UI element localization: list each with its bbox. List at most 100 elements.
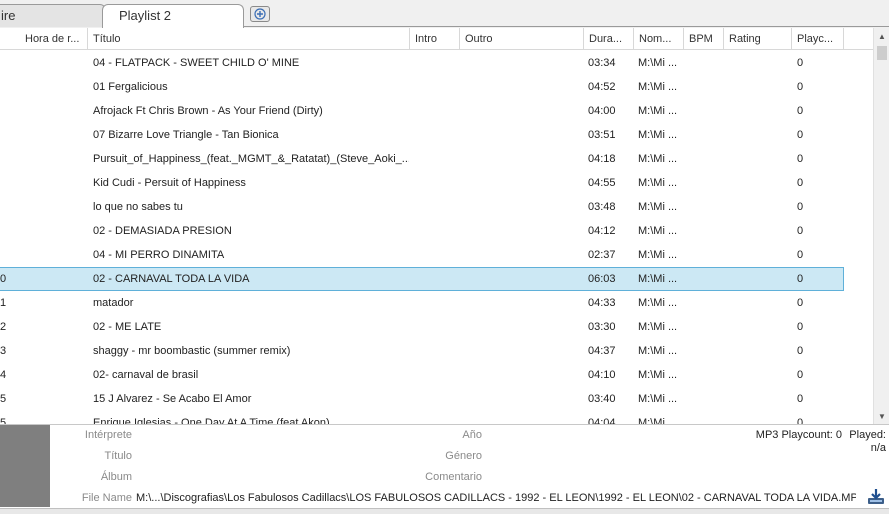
genre-label: Género [445, 450, 482, 462]
row-title: 01 Fergalicious [93, 81, 168, 93]
row-duration: 06:03 [588, 273, 616, 285]
row-duration: 04:10 [588, 369, 616, 381]
tab-previous[interactable]: ire [0, 4, 106, 27]
row-duration: 04:18 [588, 153, 616, 165]
download-icon[interactable] [867, 487, 885, 505]
table-row[interactable]: 04 - MI PERRO DINAMITA 02:37 M:\Mi ... 0 [0, 243, 873, 267]
bottom-edge [0, 508, 889, 514]
table-row[interactable]: 4 02- carnaval de brasil 04:10 M:\Mi ... 0 [0, 363, 873, 387]
row-title: Kid Cudi - Persuit of Happiness [93, 177, 246, 189]
row-title: 02 - ME LATE [93, 321, 162, 333]
column-header-duration[interactable]: Dura... [584, 28, 634, 50]
column-header-playcount[interactable]: Playc... [792, 28, 844, 50]
row-playcount: 0 [797, 177, 804, 189]
column-header-name[interactable]: Nom... [634, 28, 684, 50]
row-index [0, 75, 18, 99]
row-index: 5 [0, 393, 7, 405]
table-row[interactable]: 5 Enrique Iglesias - One Day At A Time (f… [0, 411, 873, 424]
row-title: 04 - FLATPACK - SWEET CHILD O' MINE [93, 57, 300, 69]
column-header-outro[interactable]: Outro [460, 28, 584, 50]
filename-value: M:\...\Discografias\Los Fabulosos Cadill… [136, 492, 856, 504]
row-title: shaggy - mr boombastic (summer remix) [93, 345, 291, 357]
row-playcount: 0 [797, 249, 804, 261]
row-title: Pursuit_of_Happiness_(feat._MGMT_&_Ratat… [93, 153, 409, 165]
row-title: lo que no sabes tu [93, 201, 183, 213]
row-title: 02 - CARNAVAL TODA LA VIDA [93, 273, 250, 285]
row-name: M:\Mi ... [638, 57, 678, 69]
row-index: 3 [0, 345, 7, 357]
table-row[interactable]: 3 shaggy - mr boombastic (summer remix) 04… [0, 339, 873, 363]
column-header-rating[interactable]: Rating [724, 28, 792, 50]
row-playcount: 0 [797, 321, 804, 333]
row-name: M:\Mi ... [638, 201, 678, 213]
table-row[interactable]: 1 matador 04:33 M:\Mi ... 0 [0, 291, 873, 315]
row-index [0, 147, 18, 171]
row-title: 15 J Alvarez - Se Acabo El Amor [93, 393, 252, 405]
tab-playlist-2[interactable]: Playlist 2 [102, 4, 244, 28]
table-header: Hora de r... Título Intro Outro Dura... … [0, 28, 873, 50]
add-tab-button[interactable] [250, 6, 270, 22]
scroll-down-icon[interactable]: ▼ [874, 408, 889, 424]
row-name: M:\Mi ... [638, 369, 678, 381]
row-playcount: 0 [797, 417, 804, 424]
row-index [0, 195, 18, 219]
played-label: Played: [849, 429, 886, 441]
row-playcount: 0 [797, 393, 804, 405]
row-name: M:\Mi ... [638, 177, 678, 189]
tab-bar: ire Playlist 2 [0, 0, 889, 28]
tab-previous-label: ire [1, 8, 16, 23]
row-duration: 04:04 [588, 417, 616, 424]
column-header-time[interactable]: Hora de r... [20, 28, 88, 50]
table-row[interactable]: lo que no sabes tu 03:48 M:\Mi ... 0 [0, 195, 873, 219]
row-name: M:\Mi ... [638, 297, 678, 309]
table-row[interactable]: 04 - FLATPACK - SWEET CHILD O' MINE 03:34… [0, 51, 873, 75]
table-row[interactable]: Pursuit_of_Happiness_(feat._MGMT_&_Ratat… [0, 147, 873, 171]
artist-label: Intérprete [84, 429, 132, 441]
row-title: matador [93, 297, 134, 309]
table-row[interactable]: 5 15 J Alvarez - Se Acabo El Amor 03:40 M:\… [0, 387, 873, 411]
column-header-intro[interactable]: Intro [410, 28, 460, 50]
row-duration: 03:51 [588, 129, 616, 141]
row-name: M:\Mi ... [638, 393, 678, 405]
tab-playlist-2-label: Playlist 2 [119, 8, 172, 23]
row-playcount: 0 [797, 297, 804, 309]
table-row[interactable]: 02 - DEMASIADA PRESION 04:12 M:\Mi ... 0 [0, 219, 873, 243]
row-index: 2 [0, 321, 7, 333]
row-name: M:\Mi ... [638, 225, 678, 237]
vertical-scrollbar[interactable]: ▲ ▼ [873, 28, 889, 424]
table-row[interactable]: Afrojack Ft Chris Brown - As Your Friend… [0, 99, 873, 123]
table-row[interactable]: Kid Cudi - Persuit of Happiness 04:55 M:\M… [0, 171, 873, 195]
row-title: Enrique Iglesias - One Day At A Time (fe… [93, 417, 330, 424]
row-duration: 04:55 [588, 177, 616, 189]
playlist-table: Hora de r... Título Intro Outro Dura... … [0, 28, 873, 424]
playcount-text: MP3 Playcount: 0 [755, 429, 842, 441]
scroll-thumb[interactable] [877, 46, 887, 60]
track-info-panel: Intérprete Título Álbum Año Género Comen… [0, 424, 889, 514]
row-name: M:\Mi ... [638, 345, 678, 357]
row-duration: 03:40 [588, 393, 616, 405]
row-name: M:\Mi ... [638, 273, 678, 285]
row-name: M:\Mi ... [638, 81, 678, 93]
row-index: 1 [0, 297, 7, 309]
row-duration: 04:12 [588, 225, 616, 237]
column-header-title[interactable]: Título [88, 28, 410, 50]
scroll-up-icon[interactable]: ▲ [874, 28, 889, 44]
column-header-bpm[interactable]: BPM [684, 28, 724, 50]
row-title: 07 Bizarre Love Triangle - Tan Bionica [93, 129, 279, 141]
row-index [0, 99, 18, 123]
row-duration: 03:48 [588, 201, 616, 213]
row-duration: 03:34 [588, 57, 616, 69]
table-row[interactable]: 01 Fergalicious 04:52 M:\Mi ... 0 [0, 75, 873, 99]
row-playcount: 0 [797, 129, 804, 141]
add-tab-icon [254, 8, 266, 20]
row-playcount: 0 [797, 273, 804, 285]
row-name: M:\Mi ... [638, 105, 678, 117]
row-index [0, 123, 18, 147]
table-row[interactable]: 2 02 - ME LATE 03:30 M:\Mi ... 0 [0, 315, 873, 339]
table-row[interactable]: 07 Bizarre Love Triangle - Tan Bionica 03… [0, 123, 873, 147]
row-playcount: 0 [797, 105, 804, 117]
comment-label: Comentario [425, 471, 482, 483]
row-name: M:\Mi ... [638, 129, 678, 141]
table-row[interactable]: 0 02 - CARNAVAL TODA LA VIDA 06:03 M:\Mi ..… [0, 267, 873, 291]
row-index [0, 51, 18, 75]
